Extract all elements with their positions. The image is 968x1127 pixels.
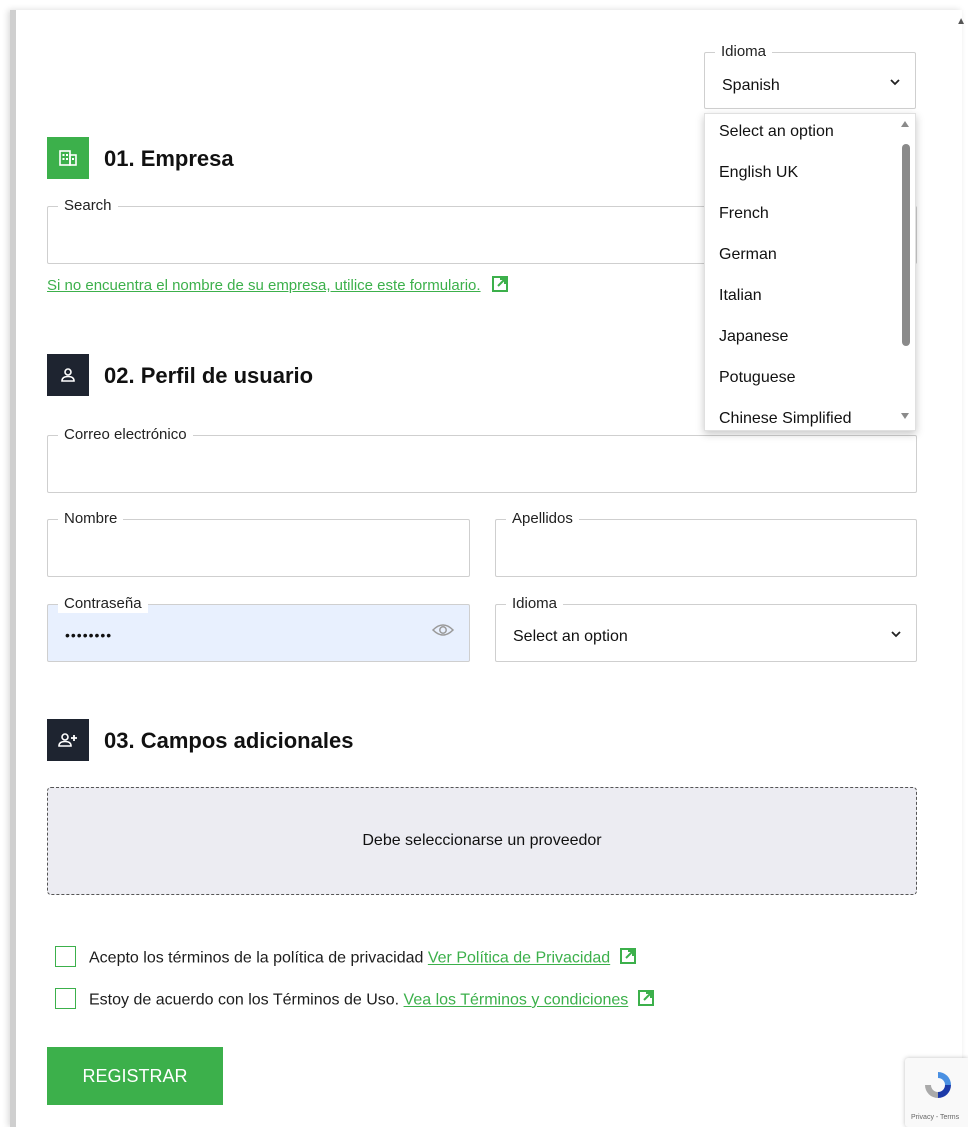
dropdown-option[interactable]: Chinese Simplified	[705, 401, 915, 430]
top-language-select[interactable]: Idioma Spanish	[704, 43, 916, 109]
dropdown-option[interactable]: Italian	[705, 278, 915, 319]
dropdown-option[interactable]: German	[705, 237, 915, 278]
top-language-legend: Idioma	[715, 43, 773, 61]
external-link-icon[interactable]	[619, 947, 637, 970]
company-search-legend: Search	[58, 197, 118, 215]
section-empresa-title: 01. Empresa	[104, 146, 234, 171]
privacy-checkbox[interactable]	[55, 946, 76, 967]
chevron-down-icon	[891, 629, 901, 638]
terms-consent-line: Estoy de acuerdo con los Términos de Uso…	[89, 989, 655, 1012]
language-dropdown-list[interactable]: Select an option English UK French German It…	[704, 113, 916, 431]
last-name-field[interactable]: Apellidos	[495, 510, 917, 577]
company-form-link[interactable]: Si no encuentra el nombre de su empresa,…	[47, 277, 481, 294]
company-help-line: Si no encuentra el nombre de su empresa,…	[47, 275, 509, 297]
profile-language-legend: Idioma	[506, 595, 564, 613]
scroll-up-icon[interactable]	[900, 120, 910, 128]
external-link-icon[interactable]	[491, 275, 509, 297]
page-scroll-up-icon[interactable]: ▲	[956, 16, 966, 27]
password-legend: Contraseña	[58, 595, 148, 613]
terms-link[interactable]: Vea los Términos y condiciones	[404, 992, 629, 1009]
dropdown-option[interactable]: English UK	[705, 155, 915, 196]
terms-checkbox[interactable]	[55, 988, 76, 1009]
privacy-policy-link[interactable]: Ver Política de Privacidad	[428, 950, 610, 967]
recaptcha-text: Privacy - Terms	[911, 1114, 960, 1121]
dropdown-option[interactable]: French	[705, 196, 915, 237]
chevron-down-icon	[890, 77, 900, 86]
privacy-consent-line: Acepto los términos de la política de pr…	[89, 947, 637, 970]
last-name-legend: Apellidos	[506, 510, 579, 528]
profile-language-value: Select an option	[513, 628, 628, 645]
dropdown-options: Select an option English UK French German It…	[705, 114, 915, 430]
first-name-field[interactable]: Nombre	[47, 510, 470, 577]
register-button[interactable]: REGISTRAR	[47, 1047, 223, 1105]
section-profile-title: 02. Perfil de usuario	[104, 363, 314, 388]
password-field[interactable]: Contraseña ••••••••	[47, 595, 470, 662]
building-icon	[47, 137, 89, 179]
top-language-value: Spanish	[722, 77, 780, 94]
email-legend: Correo electrónico	[58, 426, 193, 444]
dropdown-option[interactable]: Potuguese	[705, 360, 915, 401]
provider-required-notice: Debe seleccionarse un proveedor	[47, 787, 917, 895]
user-icon	[47, 354, 89, 396]
profile-language-select[interactable]: Idioma Select an option	[495, 595, 917, 662]
terms-consent-text: Estoy de acuerdo con los Términos de Uso…	[89, 991, 400, 1009]
dropdown-option[interactable]: Select an option	[705, 114, 915, 155]
eye-icon[interactable]	[431, 622, 455, 643]
section-additional-title: 03. Campos adicionales	[104, 728, 354, 753]
dropdown-option[interactable]: Japanese	[705, 319, 915, 360]
privacy-consent-text: Acepto los términos de la política de pr…	[89, 949, 424, 967]
add-user-icon	[47, 719, 89, 761]
recaptcha-icon	[925, 1072, 951, 1098]
scroll-down-icon[interactable]	[900, 412, 910, 420]
recaptcha-badge[interactable]: Privacy - Terms	[905, 1058, 968, 1127]
email-field[interactable]: Correo electrónico	[47, 426, 917, 493]
dropdown-scroll-thumb[interactable]	[902, 144, 910, 346]
first-name-legend: Nombre	[58, 510, 124, 528]
password-value: ••••••••	[65, 627, 113, 643]
external-link-icon[interactable]	[637, 989, 655, 1012]
